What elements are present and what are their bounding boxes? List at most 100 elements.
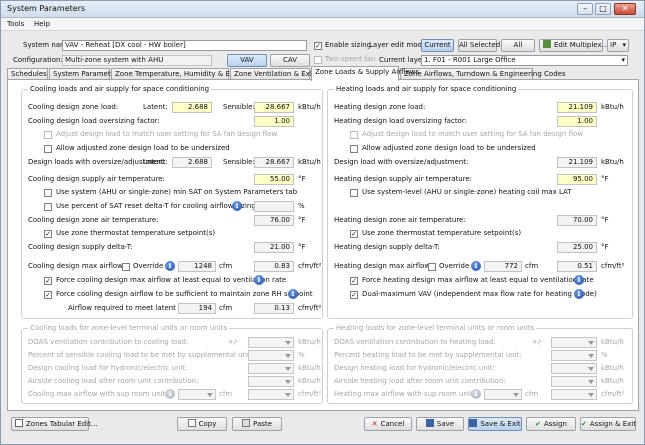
cooling-group-title: Cooling loads and air supply for space c… — [28, 85, 212, 94]
enable-sizing-label: Enable sizing — [325, 41, 372, 49]
heating-hydronic-dropdown[interactable] — [551, 363, 597, 374]
cooling-supply-temp-input[interactable]: 55.00 — [254, 174, 294, 185]
heating-zone-air-temp-label: Heating design zone air temperature: — [334, 216, 466, 224]
info-icon[interactable]: i — [471, 261, 481, 271]
info-icon[interactable]: i — [574, 275, 584, 285]
assign-button[interactable]: ✔ Assign — [526, 417, 576, 431]
vav-button[interactable]: VAV — [227, 54, 267, 67]
cooling-hydronic-dropdown[interactable] — [248, 363, 294, 374]
cooling-oversizing-input[interactable]: 1.00 — [254, 116, 294, 127]
layer-current-button[interactable]: Current — [421, 39, 454, 52]
cooling-use-percent-checkbox[interactable] — [44, 203, 52, 211]
heating-cfm-value: 772 — [484, 261, 522, 272]
copy-icon — [187, 419, 196, 427]
cooling-override-checkbox[interactable] — [122, 263, 130, 271]
menu-help[interactable]: Help — [34, 20, 50, 28]
cooling-latent-cfm-unit: cfm — [219, 304, 233, 312]
cooling-per-ft2-unit: cfm/ft² — [298, 262, 322, 270]
heating-airside-dropdown[interactable] — [551, 376, 597, 387]
cooling-force-rh-checkbox[interactable]: ✓ — [44, 291, 52, 299]
cooling-airside-dropdown[interactable] — [248, 376, 294, 387]
heating-zone-load-label: Heating design zone load: — [334, 103, 426, 111]
heating-use-thermostat-checkbox[interactable]: ✓ — [350, 230, 358, 238]
info-icon[interactable]: i — [165, 261, 175, 271]
cooling-percent-input[interactable] — [254, 201, 294, 212]
save-exit-label: Save & Exit — [480, 420, 521, 428]
heating-delta-t-unit: °F — [601, 243, 609, 251]
cooling-allow-checkbox[interactable] — [44, 145, 52, 153]
heating-dual-max-label: Dual-maximum VAV (independent max flow r… — [362, 290, 597, 298]
zones-tabular-edit-button[interactable]: Zones Tabular Edit... — [11, 417, 98, 431]
heating-max-airflow-label: Heating design max airflow: — [334, 262, 433, 270]
cooling-group: Cooling loads and air supply for space c… — [21, 85, 323, 319]
cooling-use-thermostat-checkbox[interactable]: ✓ — [44, 230, 52, 238]
cooling-doas-dropdown[interactable] — [248, 337, 294, 348]
heating-doas-dropdown[interactable] — [551, 337, 597, 348]
minimize-button[interactable]: – — [577, 3, 593, 15]
heating-adjust-checkbox[interactable] — [350, 131, 358, 139]
copy-button[interactable]: Copy — [177, 417, 227, 431]
cooling-terminal-unit: kBtu/h — [298, 377, 321, 385]
two-speed-fan-checkbox[interactable] — [314, 56, 322, 64]
save-exit-button[interactable]: Save & Exit — [468, 417, 522, 431]
menu-tools[interactable]: Tools — [7, 20, 24, 28]
cooling-force-vent-checkbox[interactable]: ✓ — [44, 277, 52, 285]
heating-override-checkbox[interactable] — [428, 263, 436, 271]
layer-all-button[interactable]: All — [501, 39, 535, 52]
save-button[interactable]: Save — [416, 417, 464, 431]
configuration-label: Configuration: — [13, 56, 63, 64]
heating-allow-checkbox[interactable] — [350, 145, 358, 153]
chevron-down-icon: ▾ — [621, 56, 625, 64]
plus-minus-label: +/- — [228, 338, 239, 346]
cooling-sup-cfm-dropdown[interactable] — [178, 389, 216, 400]
assign-exit-button[interactable]: ✔ Assign & Exit — [580, 417, 636, 431]
system-parameters-window: System Parameters – □ ✕ Tools Help Syste… — [0, 0, 645, 445]
assign-exit-label: Assign & Exit — [589, 420, 636, 428]
cooling-supply-temp-unit: °F — [298, 175, 306, 183]
cooling-cfm-value: 1248 — [178, 261, 216, 272]
cancel-button[interactable]: ✕ Cancel — [364, 417, 412, 431]
units-dropdown[interactable]: IP ▾ — [607, 39, 629, 52]
heating-use-thermostat-label: Use zone thermostat temperature setpoint… — [362, 229, 522, 237]
heating-supply-temp-input[interactable]: 95.00 — [557, 174, 597, 185]
heating-sup-cfm-dropdown[interactable] — [484, 389, 522, 400]
info-icon[interactable]: i — [232, 201, 242, 211]
save-icon — [469, 419, 478, 427]
cooling-use-percent-label: Use percent of SAT reset delta-T for coo… — [56, 202, 259, 210]
paste-label: Paste — [253, 420, 272, 428]
cav-button[interactable]: CAV — [270, 54, 310, 67]
tab-zone-loads-supply-airflows[interactable]: Zone Loads & Supply Airflows — [311, 66, 419, 81]
edit-multiplex-button[interactable]: Edit Multiplex... — [539, 39, 608, 52]
cooling-delta-t-label: Cooling design supply delta-T: — [28, 243, 133, 251]
cooling-latent-ft2-value: 0.13 — [254, 303, 294, 314]
maximize-button[interactable]: □ — [595, 3, 611, 15]
cooling-sup-ft2-dropdown[interactable] — [248, 389, 294, 400]
heating-percent-dropdown[interactable] — [551, 350, 597, 361]
heating-use-system-checkbox[interactable] — [350, 189, 358, 197]
layer-all-selected-button[interactable]: All Selected — [458, 39, 500, 52]
enable-sizing-checkbox[interactable]: ✓ — [314, 42, 322, 50]
current-layer-value: 1. F01 - R001 Large Office — [424, 56, 516, 64]
paste-button[interactable]: Paste — [232, 417, 282, 431]
close-button[interactable]: ✕ — [614, 3, 636, 15]
heating-oversizing-input[interactable]: 1.00 — [557, 116, 597, 127]
heating-terminal-unit: kBtu/h — [601, 377, 624, 385]
cancel-label: Cancel — [380, 420, 405, 428]
info-icon[interactable]: i — [574, 289, 584, 299]
heating-with-oversize-value: 21.109 — [557, 157, 597, 168]
system-name-input[interactable]: VAV - Reheat [DX cool - HW boiler] — [62, 40, 307, 51]
title-bar: System Parameters – □ ✕ — [1, 1, 644, 18]
info-icon[interactable]: i — [254, 275, 264, 285]
heating-sup-ft2-dropdown[interactable] — [551, 389, 597, 400]
current-layer-select[interactable]: 1. F01 - R001 Large Office ▾ — [421, 55, 628, 66]
heating-supply-temp-unit: °F — [601, 175, 609, 183]
heating-force-vent-checkbox[interactable]: ✓ — [350, 277, 358, 285]
cooling-wo-sensible-label: Sensible: — [223, 158, 255, 166]
cooling-use-system-checkbox[interactable] — [44, 189, 52, 197]
cooling-percent-dropdown[interactable] — [248, 350, 294, 361]
heating-dual-max-checkbox[interactable]: ✓ — [350, 291, 358, 299]
info-icon[interactable]: i — [288, 289, 298, 299]
cooling-zone-air-temp-unit: °F — [298, 216, 306, 224]
save-icon — [425, 419, 434, 427]
cooling-adjust-checkbox[interactable] — [44, 131, 52, 139]
